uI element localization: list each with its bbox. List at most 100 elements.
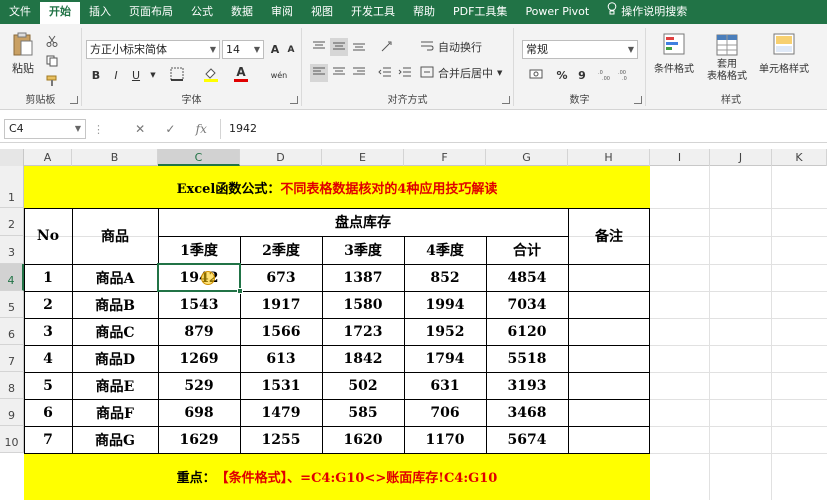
menu-pdf-tools[interactable]: PDF工具集	[444, 0, 516, 24]
cell-no[interactable]: 4	[24, 345, 72, 372]
cell-no[interactable]: 2	[24, 291, 72, 318]
select-all-corner[interactable]	[0, 149, 24, 166]
font-launcher[interactable]	[290, 96, 298, 104]
menu-data[interactable]: 数据	[222, 0, 262, 24]
percent-button[interactable]: %	[554, 66, 570, 84]
font-name-combo[interactable]: 方正小标宋简体 ▼	[86, 40, 220, 59]
cell-q1[interactable]: 1629	[158, 426, 240, 453]
conditional-formatting-button[interactable]: 条件格式	[648, 30, 700, 78]
row-header-3[interactable]: 3	[0, 236, 24, 264]
cell-q3[interactable]: 585	[322, 399, 404, 426]
row-header-9[interactable]: 9	[0, 399, 24, 426]
font-color-button[interactable]: A	[230, 64, 252, 84]
cell-q2[interactable]: 1531	[240, 372, 322, 399]
shrink-font-button[interactable]: A	[284, 42, 298, 58]
cell-q1[interactable]: 1543	[158, 291, 240, 318]
paste-button[interactable]: 粘贴	[6, 30, 40, 76]
decrease-indent-button[interactable]	[376, 64, 394, 82]
cell-total[interactable]: 7034	[486, 291, 568, 318]
tell-me-search[interactable]: 操作说明搜索	[598, 0, 696, 24]
copy-button[interactable]	[44, 54, 60, 70]
menu-home[interactable]: 开始	[40, 0, 80, 24]
increase-decimal-button[interactable]: .0.00	[596, 66, 614, 84]
cell-q3[interactable]: 1842	[322, 345, 404, 372]
number-format-combo[interactable]: 常规 ▼	[522, 40, 638, 59]
menu-review[interactable]: 审阅	[262, 0, 302, 24]
column-header-i[interactable]: I	[650, 149, 710, 166]
header-q4[interactable]: 4季度	[404, 236, 486, 264]
comma-style-button[interactable]: 9	[574, 66, 590, 84]
menu-page-layout[interactable]: 页面布局	[120, 0, 182, 24]
cell-no[interactable]: 7	[24, 426, 72, 453]
cell-product[interactable]: 商品B	[72, 291, 158, 318]
column-header-h[interactable]: H	[568, 149, 650, 166]
cell-q3[interactable]: 502	[322, 372, 404, 399]
header-total[interactable]: 合计	[486, 236, 568, 264]
phonetic-button[interactable]: wén	[266, 66, 292, 84]
cell-total[interactable]: 3468	[486, 399, 568, 426]
format-as-table-button[interactable]: 套用 表格格式	[702, 30, 752, 86]
increase-indent-button[interactable]	[396, 64, 414, 82]
cell-total[interactable]: 3193	[486, 372, 568, 399]
name-box[interactable]: C4 ▼	[4, 119, 86, 139]
cell-product[interactable]: 商品A	[72, 264, 158, 291]
column-header-c[interactable]: C	[158, 149, 240, 166]
cell-no[interactable]: 5	[24, 372, 72, 399]
header-q2[interactable]: 2季度	[240, 236, 322, 264]
cell-q1[interactable]: 698	[158, 399, 240, 426]
row-header-8[interactable]: 8	[0, 372, 24, 399]
header-q3[interactable]: 3季度	[322, 236, 404, 264]
cell-q4[interactable]: 852	[404, 264, 486, 291]
wrap-text-button[interactable]: 自动换行	[420, 38, 500, 56]
cell-no[interactable]: 6	[24, 399, 72, 426]
cut-button[interactable]	[44, 34, 60, 50]
cell-product[interactable]: 商品C	[72, 318, 158, 345]
column-header-g[interactable]: G	[486, 149, 568, 166]
insert-function-icon[interactable]: fx	[196, 122, 207, 136]
cell-q3[interactable]: 1387	[322, 264, 404, 291]
menu-help[interactable]: 帮助	[404, 0, 444, 24]
column-header-d[interactable]: D	[240, 149, 322, 166]
align-center-button[interactable]	[330, 64, 348, 82]
align-top-button[interactable]	[310, 38, 328, 56]
formula-input[interactable]: 1942	[220, 119, 823, 139]
align-left-button[interactable]	[310, 64, 328, 82]
align-right-button[interactable]	[350, 64, 368, 82]
column-header-j[interactable]: J	[710, 149, 772, 166]
cell-total[interactable]: 5518	[486, 345, 568, 372]
row-header-6[interactable]: 6	[0, 318, 24, 345]
menu-power-pivot[interactable]: Power Pivot	[516, 0, 598, 24]
cell-q1[interactable]: 529	[158, 372, 240, 399]
cell-product[interactable]: 商品F	[72, 399, 158, 426]
alignment-launcher[interactable]	[502, 96, 510, 104]
cell-q4[interactable]: 1994	[404, 291, 486, 318]
header-note[interactable]: 备注	[568, 208, 650, 264]
row-header-10[interactable]: 10	[0, 426, 24, 453]
header-product[interactable]: 商品	[72, 208, 158, 264]
title-cell[interactable]: Excel函数公式： 不同表格数据核对的4种应用技巧解读	[24, 166, 650, 208]
cell-no[interactable]: 1	[24, 264, 72, 291]
footer-cell[interactable]: 重点： 【条件格式】、=C4:G10<>账面库存!C4:G10	[24, 453, 650, 500]
bold-button[interactable]: B	[88, 66, 104, 84]
cell-total[interactable]: 6120	[486, 318, 568, 345]
header-q1[interactable]: 1季度	[158, 236, 240, 264]
underline-button[interactable]: U	[128, 66, 144, 84]
row-header-7[interactable]: 7	[0, 345, 24, 372]
grow-font-button[interactable]: A	[268, 40, 282, 58]
cell-total[interactable]: 4854	[486, 264, 568, 291]
cell-q1[interactable]: 1269	[158, 345, 240, 372]
cell-q4[interactable]: 706	[404, 399, 486, 426]
format-painter-button[interactable]	[44, 74, 60, 90]
italic-button[interactable]: I	[108, 66, 124, 84]
column-header-e[interactable]: E	[322, 149, 404, 166]
menu-view[interactable]: 视图	[302, 0, 342, 24]
row-header-4[interactable]: 4	[0, 264, 24, 291]
cell-q2[interactable]: 673	[240, 264, 322, 291]
underline-dropdown[interactable]: ▼	[148, 66, 158, 84]
clipboard-launcher[interactable]	[70, 96, 78, 104]
column-header-b[interactable]: B	[72, 149, 158, 166]
cell-styles-button[interactable]: 单元格样式	[754, 30, 814, 78]
font-size-combo[interactable]: 14 ▼	[222, 40, 264, 59]
cell-product[interactable]: 商品D	[72, 345, 158, 372]
row-header-1[interactable]: 1	[0, 166, 24, 208]
